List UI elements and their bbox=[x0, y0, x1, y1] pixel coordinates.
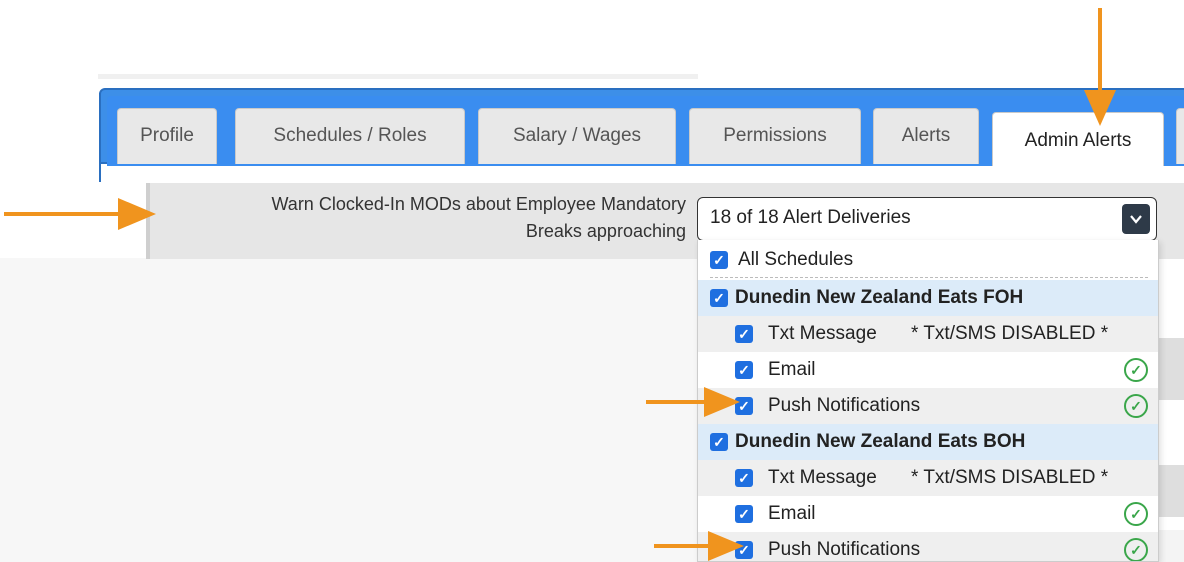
check-circle-icon: ✓ bbox=[1124, 538, 1148, 561]
page-top-divider bbox=[98, 74, 698, 79]
group-option-boh[interactable]: ✓ Dunedin New Zealand Eats BOH bbox=[698, 424, 1158, 460]
select-value: 18 of 18 Alert Deliveries bbox=[710, 207, 911, 228]
option-label: Txt Message bbox=[768, 323, 877, 344]
list-item[interactable]: ✓ Txt Message * Txt/SMS DISABLED * bbox=[698, 460, 1158, 496]
annotation-arrow-icon bbox=[654, 531, 744, 561]
checkbox-checked-icon[interactable]: ✓ bbox=[735, 325, 753, 343]
chevron-down-icon[interactable] bbox=[1122, 204, 1150, 234]
tab-profile[interactable]: Profile bbox=[117, 108, 217, 164]
sms-disabled-note: * Txt/SMS DISABLED * bbox=[911, 467, 1109, 488]
alert-delivery-select[interactable]: 18 of 18 Alert Deliveries bbox=[697, 197, 1157, 241]
checkbox-checked-icon[interactable]: ✓ bbox=[735, 505, 753, 523]
alert-delivery-dropdown: ✓ All Schedules ✓ Dunedin New Zealand Ea… bbox=[697, 240, 1159, 562]
tab-salary-wages[interactable]: Salary / Wages bbox=[478, 108, 676, 164]
check-circle-icon: ✓ bbox=[1124, 502, 1148, 526]
list-item[interactable]: ✓ Push Notifications ✓ bbox=[698, 388, 1158, 424]
all-schedules-option[interactable]: ✓ All Schedules bbox=[698, 244, 1158, 278]
tab-schedules-roles[interactable]: Schedules / Roles bbox=[235, 108, 465, 164]
list-item[interactable]: ✓ Email ✓ bbox=[698, 496, 1158, 532]
option-label: Push Notifications bbox=[768, 395, 921, 416]
checkbox-checked-icon[interactable]: ✓ bbox=[710, 251, 728, 269]
sms-disabled-note: * Txt/SMS DISABLED * bbox=[911, 323, 1109, 344]
check-circle-icon: ✓ bbox=[1124, 394, 1148, 418]
background-row-stripe bbox=[1159, 530, 1184, 562]
background-row-stripe bbox=[1159, 465, 1184, 517]
checkbox-checked-icon[interactable]: ✓ bbox=[735, 361, 753, 379]
all-schedules-label: All Schedules bbox=[738, 249, 854, 270]
dropdown-divider bbox=[710, 277, 1148, 278]
list-item[interactable]: ✓ Push Notifications ✓ bbox=[698, 532, 1158, 561]
annotation-arrow-icon bbox=[4, 198, 156, 230]
setting-label: Warn Clocked-In MODs about Employee Mand… bbox=[126, 191, 686, 245]
annotation-arrow-icon bbox=[1084, 8, 1116, 126]
group-option-foh[interactable]: ✓ Dunedin New Zealand Eats FOH bbox=[698, 280, 1158, 316]
checkbox-checked-icon[interactable]: ✓ bbox=[710, 433, 728, 451]
group-label: Dunedin New Zealand Eats BOH bbox=[735, 431, 1026, 452]
check-circle-icon: ✓ bbox=[1124, 358, 1148, 382]
option-label: Push Notifications bbox=[768, 539, 921, 560]
list-item[interactable]: ✓ Email ✓ bbox=[698, 352, 1158, 388]
checkbox-checked-icon[interactable]: ✓ bbox=[735, 469, 753, 487]
tab-overflow[interactable] bbox=[1176, 108, 1184, 164]
option-label: Txt Message bbox=[768, 467, 877, 488]
setting-label-line2: Breaks approaching bbox=[525, 221, 686, 241]
tab-alerts[interactable]: Alerts bbox=[873, 108, 979, 164]
option-label: Email bbox=[768, 359, 816, 380]
annotation-arrow-icon bbox=[646, 387, 740, 417]
panel-left-edge bbox=[99, 162, 101, 182]
list-item[interactable]: ✓ Txt Message * Txt/SMS DISABLED * bbox=[698, 316, 1158, 352]
blurred-background-area bbox=[0, 258, 700, 562]
setting-label-line1: Warn Clocked-In MODs about Employee Mand… bbox=[271, 194, 686, 214]
checkbox-checked-icon[interactable]: ✓ bbox=[710, 289, 728, 307]
background-row-stripe bbox=[1159, 338, 1184, 400]
group-label: Dunedin New Zealand Eats FOH bbox=[735, 287, 1024, 308]
option-label: Email bbox=[768, 503, 816, 524]
tab-admin-alerts[interactable]: Admin Alerts bbox=[992, 112, 1164, 166]
tab-permissions[interactable]: Permissions bbox=[689, 108, 861, 164]
